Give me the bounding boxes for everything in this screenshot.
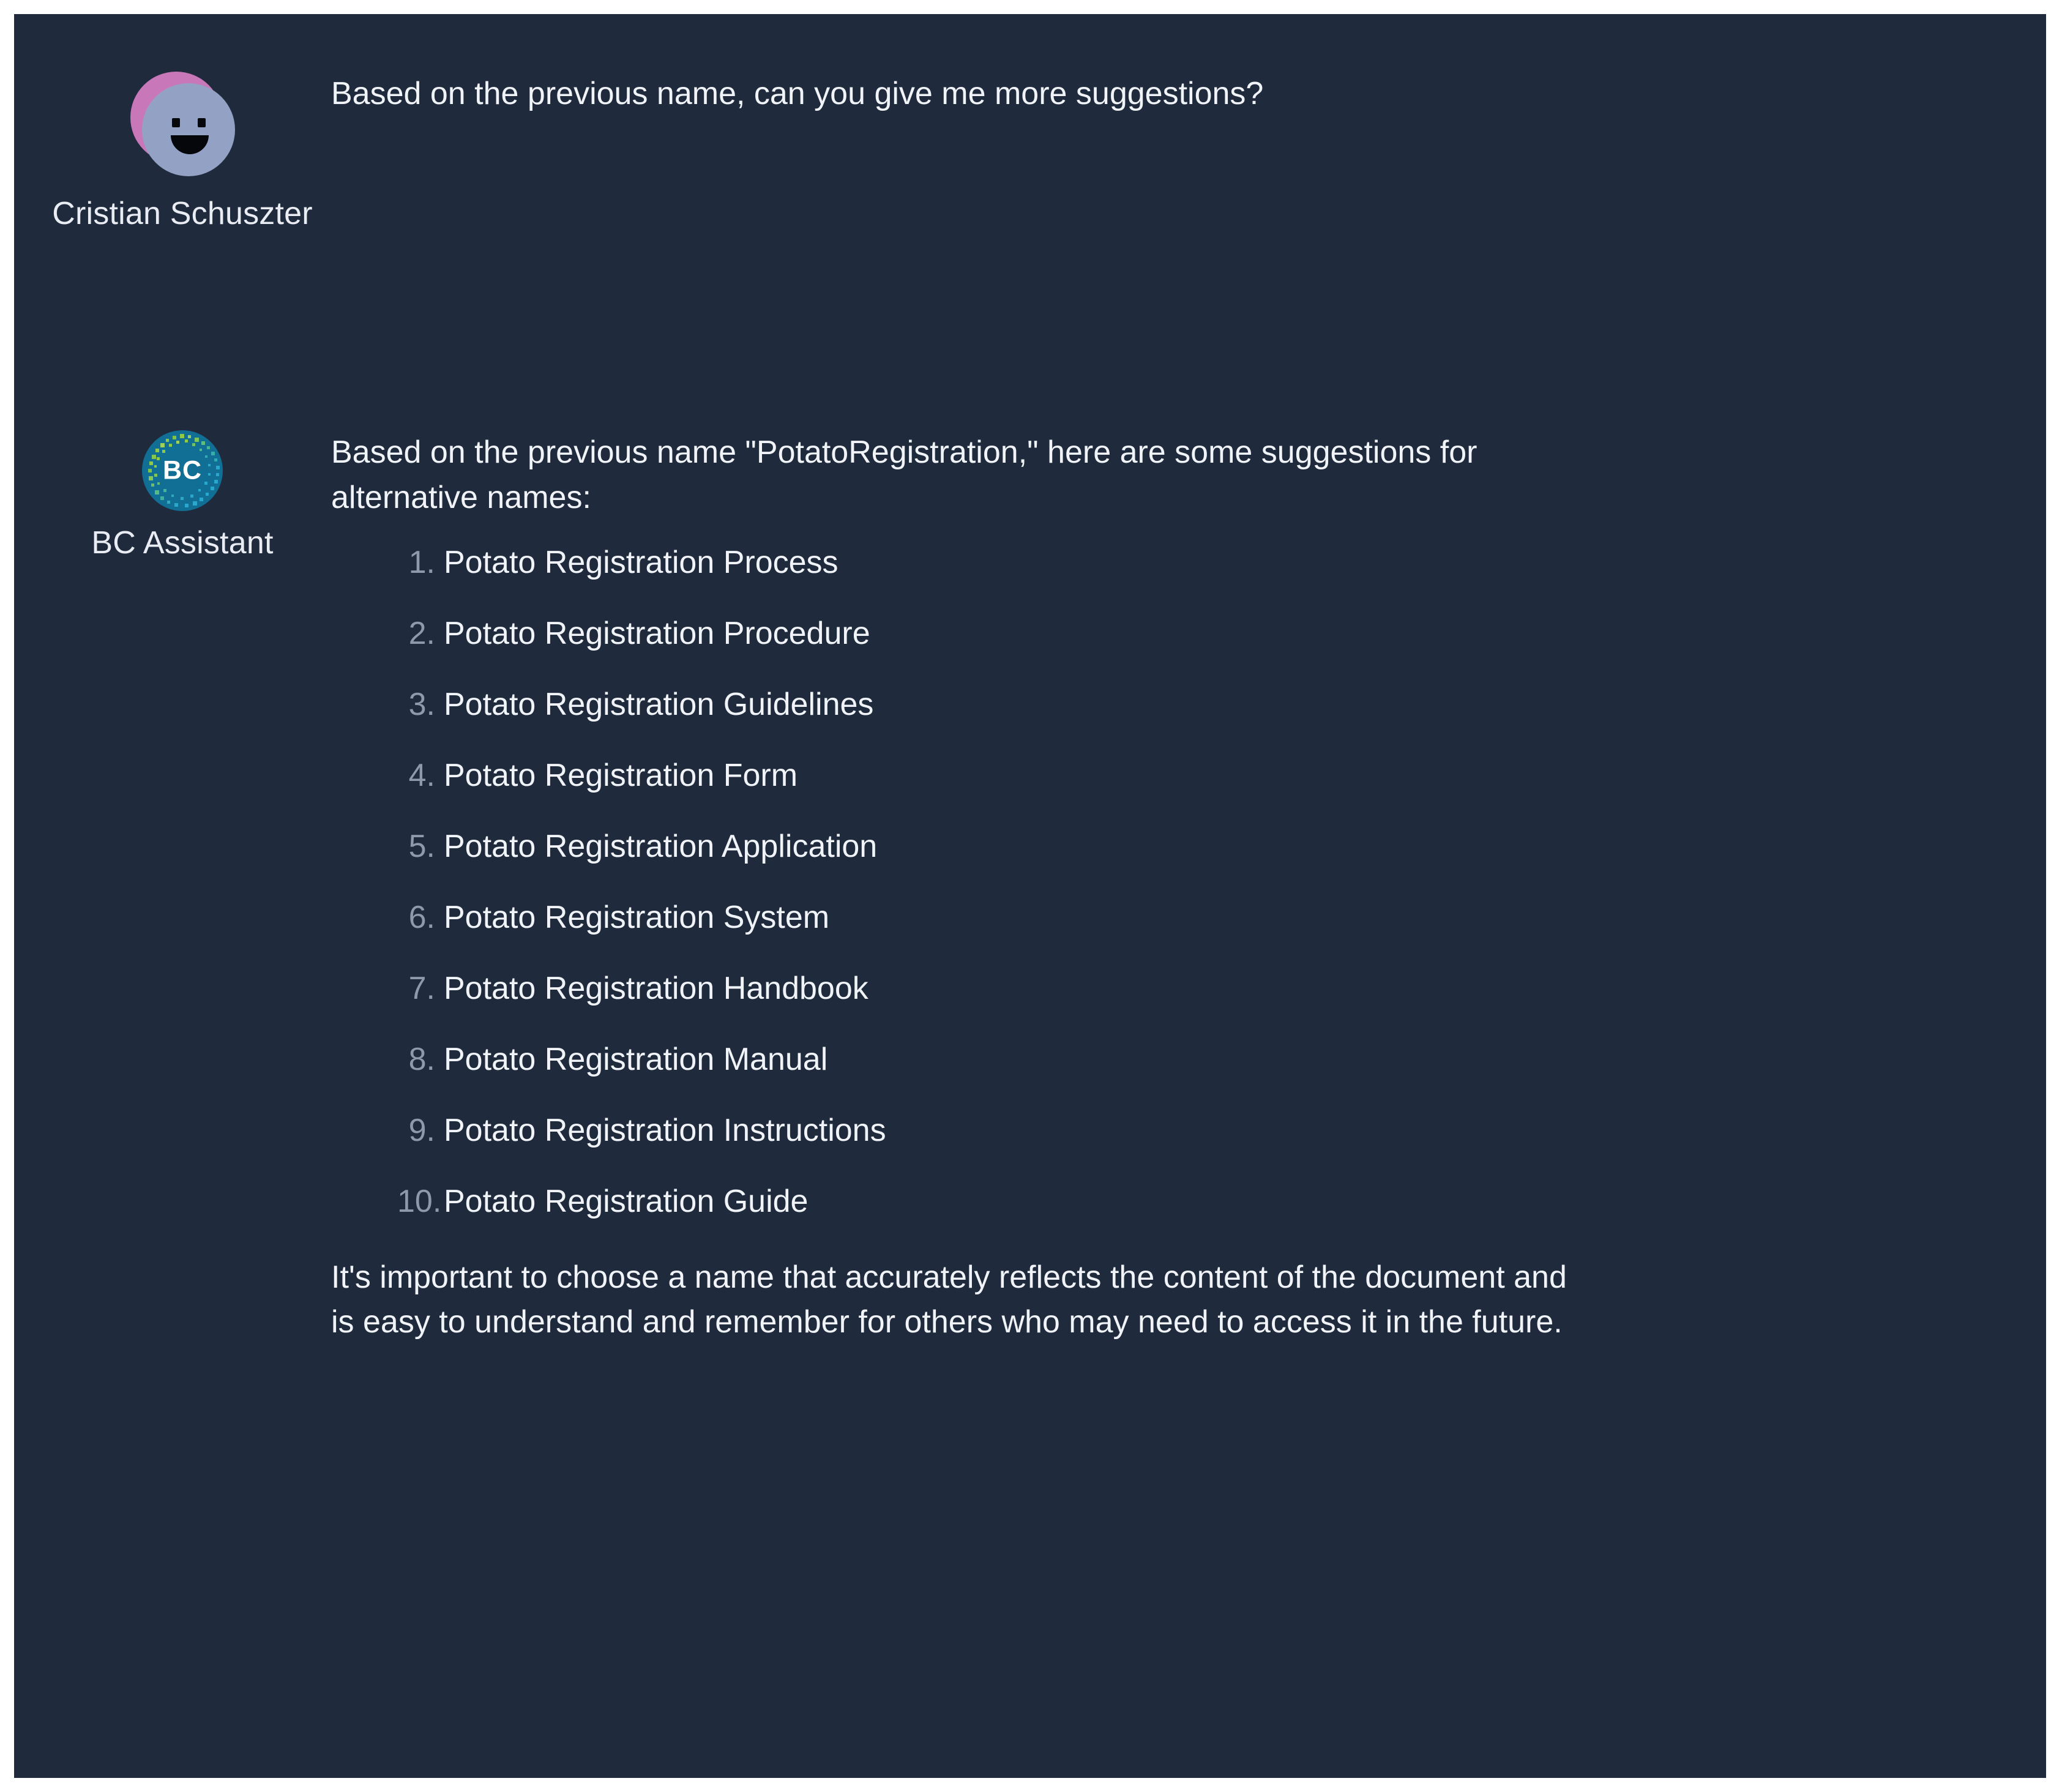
smiley-face-avatar-icon[interactable] bbox=[130, 72, 234, 182]
chat-transcript: Cristian Schuszter Based on the previous… bbox=[14, 14, 2046, 1778]
assistant-author-column: BC BC Assistant bbox=[51, 430, 314, 561]
list-item: Potato Registration Guidelines bbox=[397, 689, 1574, 720]
list-item: Potato Registration Procedure bbox=[397, 618, 1574, 649]
assistant-avatar-initials: BC bbox=[142, 456, 223, 486]
avatar-face-shape bbox=[142, 83, 235, 176]
user-author-column: Cristian Schuszter bbox=[51, 72, 314, 232]
assistant-message-body: Based on the previous name "PotatoRegist… bbox=[314, 430, 1574, 1345]
assistant-closing-text: It's important to choose a name that acc… bbox=[331, 1255, 1574, 1346]
bc-assistant-avatar-icon[interactable]: BC bbox=[142, 430, 223, 511]
list-item: Potato Registration Process bbox=[397, 547, 1574, 578]
avatar-eye-left-icon bbox=[172, 118, 180, 127]
avatar-eye-right-icon bbox=[198, 118, 206, 127]
list-item: Potato Registration Instructions bbox=[397, 1114, 1574, 1146]
assistant-message-row: BC BC Assistant Based on the previous na… bbox=[51, 430, 1574, 1345]
list-item: Potato Registration Guide bbox=[397, 1185, 1574, 1217]
list-item: Potato Registration Form bbox=[397, 760, 1574, 791]
user-message-body: Based on the previous name, can you give… bbox=[314, 72, 1263, 117]
assistant-author-name: BC Assistant bbox=[91, 525, 273, 561]
user-message-row: Cristian Schuszter Based on the previous… bbox=[51, 72, 1263, 232]
list-item: Potato Registration System bbox=[397, 902, 1574, 933]
list-item: Potato Registration Manual bbox=[397, 1043, 1574, 1075]
list-item: Potato Registration Application bbox=[397, 831, 1574, 862]
user-author-name: Cristian Schuszter bbox=[52, 195, 313, 232]
list-item: Potato Registration Handbook bbox=[397, 973, 1574, 1004]
assistant-intro-text: Based on the previous name "PotatoRegist… bbox=[331, 430, 1574, 521]
suggestion-list: Potato Registration Process Potato Regis… bbox=[331, 547, 1574, 1217]
user-message-text: Based on the previous name, can you give… bbox=[331, 72, 1263, 117]
